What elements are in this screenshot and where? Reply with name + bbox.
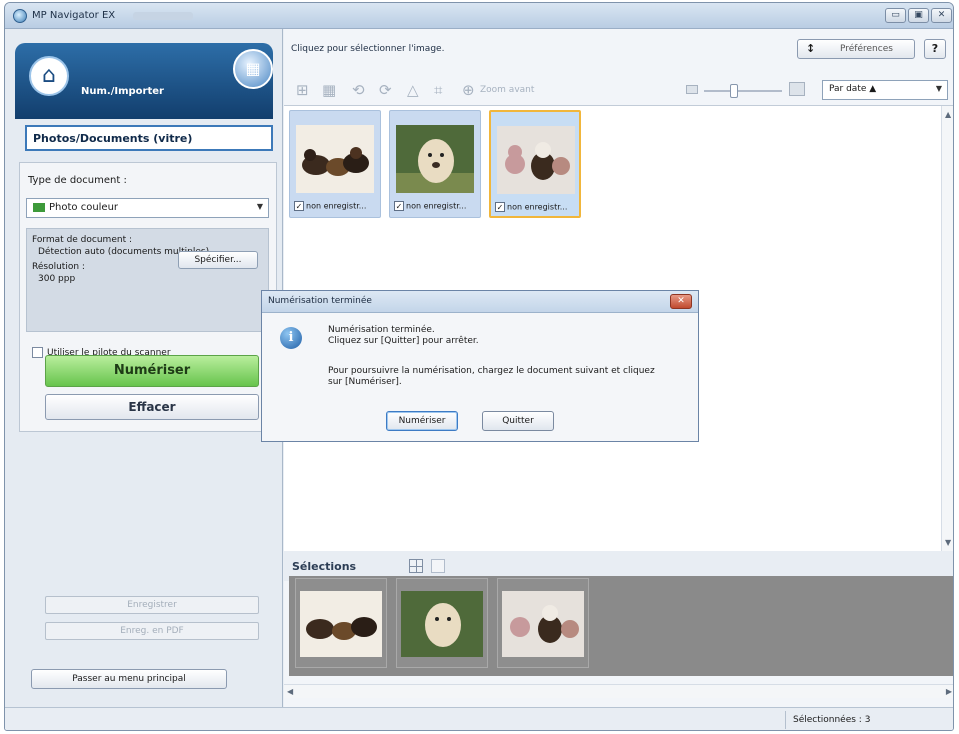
dogs-photo [300, 591, 382, 657]
zoom-label[interactable]: Zoom avant [480, 85, 534, 95]
save-pdf-button[interactable]: Enreg. en PDF [45, 622, 259, 640]
labrador-photo [401, 591, 483, 657]
large-thumb-icon [789, 82, 805, 96]
mirror-icon[interactable]: △ [407, 81, 419, 99]
photo-color-icon [33, 202, 45, 212]
sort-select[interactable]: Par date ▲ ▼ [822, 80, 948, 100]
rotate-left-icon[interactable]: ⟲ [352, 81, 365, 99]
mode-header: ⌂ Num./Importer [15, 43, 273, 119]
help-button[interactable]: ? [924, 39, 946, 59]
thumbnail-caption: ✓ non enregistr... [495, 202, 568, 212]
scan-complete-dialog: Numérisation terminée ✕ i Numérisation t… [261, 290, 699, 442]
resolution-value: 300 ppp [38, 274, 76, 284]
selection-thumbnail[interactable] [497, 578, 589, 668]
specify-button[interactable]: Spécifier... [178, 251, 258, 269]
scroll-left-icon[interactable]: ◀ [287, 687, 293, 696]
selection-thumbnail[interactable] [396, 578, 488, 668]
thumbnail-checkbox[interactable]: ✓ [394, 201, 404, 211]
hint-text: Cliquez pour sélectionner l'image. [291, 44, 445, 54]
dialog-title-bar: Numérisation terminée ✕ [262, 291, 698, 313]
thumbnail-checkbox[interactable]: ✓ [495, 202, 505, 212]
vertical-scrollbar[interactable]: ▲ ▼ [941, 106, 953, 551]
save-button[interactable]: Enregistrer [45, 596, 259, 614]
thumbnail[interactable]: ✓ non enregistr... [289, 110, 381, 218]
dialog-line-2: Cliquez sur [Quitter] pour arrêter. [328, 336, 479, 346]
info-icon: i [280, 327, 302, 349]
dogs-photo [296, 125, 374, 193]
dialog-line-4: sur [Numériser]. [328, 377, 402, 387]
horizontal-scrollbar[interactable]: ◀ ▶ [284, 684, 953, 698]
doc-type-select[interactable]: Photo couleur ▼ [26, 198, 269, 218]
rotate-right-icon[interactable]: ⟳ [379, 81, 392, 99]
scan-button[interactable]: Numériser [45, 355, 259, 387]
left-panel: ⌂ Num./Importer ▦ Photos/Documents (vitr… [5, 29, 283, 707]
zoom-icon[interactable]: ⊕ [462, 81, 475, 99]
scanner-icon: ⌂ [29, 56, 69, 96]
thumbnail-selected[interactable]: ✓ non enregistr... [489, 110, 581, 218]
dialog-title: Numérisation terminée [268, 296, 372, 306]
thumbnail-checkbox[interactable]: ✓ [294, 201, 304, 211]
crop-icon[interactable]: ⌗ [434, 81, 442, 99]
mode-switch-icon[interactable]: ▦ [233, 49, 273, 89]
chevron-down-icon: ▼ [935, 84, 942, 93]
sort-value: Par date ▲ [829, 84, 877, 94]
preferences-button[interactable]: ↕ Préférences [797, 39, 915, 59]
mode-label: Num./Importer [81, 86, 164, 97]
slider-thumb[interactable] [730, 84, 738, 98]
selections-area [289, 576, 953, 676]
selection-list-icon[interactable] [431, 559, 445, 573]
dialog-quit-button[interactable]: Quitter [482, 411, 554, 431]
title-bar: MP Navigator EX ▭ ▣ ✕ [5, 3, 953, 29]
thumbnail[interactable]: ✓ non enregistr... [389, 110, 481, 218]
window-title: MP Navigator EX [32, 10, 116, 21]
scroll-right-icon[interactable]: ▶ [946, 687, 952, 696]
thumbnail-caption: ✓ non enregistr... [394, 201, 467, 211]
view-grid-icon[interactable]: ▦ [322, 81, 336, 99]
title-redacted [133, 12, 193, 20]
thumbnail-size-slider[interactable] [704, 90, 782, 92]
chevron-down-icon: ▼ [256, 202, 263, 211]
dialog-close-button[interactable]: ✕ [670, 294, 692, 309]
app-icon [13, 9, 27, 23]
minimize-button[interactable]: ▭ [885, 8, 906, 23]
preferences-label: Préférences [840, 44, 893, 54]
maximize-button[interactable]: ▣ [908, 8, 929, 23]
dialog-scan-button[interactable]: Numériser [386, 411, 458, 431]
use-driver-checkbox[interactable] [32, 347, 43, 358]
status-bar: Sélectionnées : 3 [5, 707, 953, 730]
status-divider [785, 711, 786, 729]
small-thumb-icon [686, 85, 698, 94]
format-box: Format de document : Détection auto (doc… [26, 228, 269, 332]
toolbar: ⊞ ▦ ⟲ ⟳ △ ⌗ ⊕ Zoom avant Par date ▲ ▼ [284, 73, 953, 105]
selection-grid-icon[interactable] [409, 559, 423, 573]
doc-type-label: Type de document : [28, 175, 127, 186]
view-thumb-icon[interactable]: ⊞ [296, 81, 309, 99]
dog-bears-photo [497, 126, 575, 194]
format-label: Format de document : [32, 235, 132, 245]
scroll-up-icon[interactable]: ▲ [945, 110, 951, 119]
source-selector[interactable]: Photos/Documents (vitre) [25, 125, 273, 151]
main-menu-button[interactable]: Passer au menu principal [31, 669, 227, 689]
scan-settings: Type de document : Photo couleur ▼ Forma… [19, 162, 277, 432]
dog-bears-photo [502, 591, 584, 657]
doc-type-value: Photo couleur [49, 202, 119, 213]
thumbnail-caption: ✓ non enregistr... [294, 201, 367, 211]
dialog-line-3: Pour poursuivre la numérisation, chargez… [328, 366, 655, 376]
labrador-photo [396, 125, 474, 193]
selections-label: Sélections [292, 560, 357, 573]
preferences-icon: ↕ [806, 42, 816, 55]
scroll-down-icon[interactable]: ▼ [945, 538, 951, 547]
clear-button[interactable]: Effacer [45, 394, 259, 420]
close-button[interactable]: ✕ [931, 8, 952, 23]
selected-count: Sélectionnées : 3 [793, 715, 871, 725]
selection-thumbnail[interactable] [295, 578, 387, 668]
dialog-line-1: Numérisation terminée. [328, 325, 435, 335]
